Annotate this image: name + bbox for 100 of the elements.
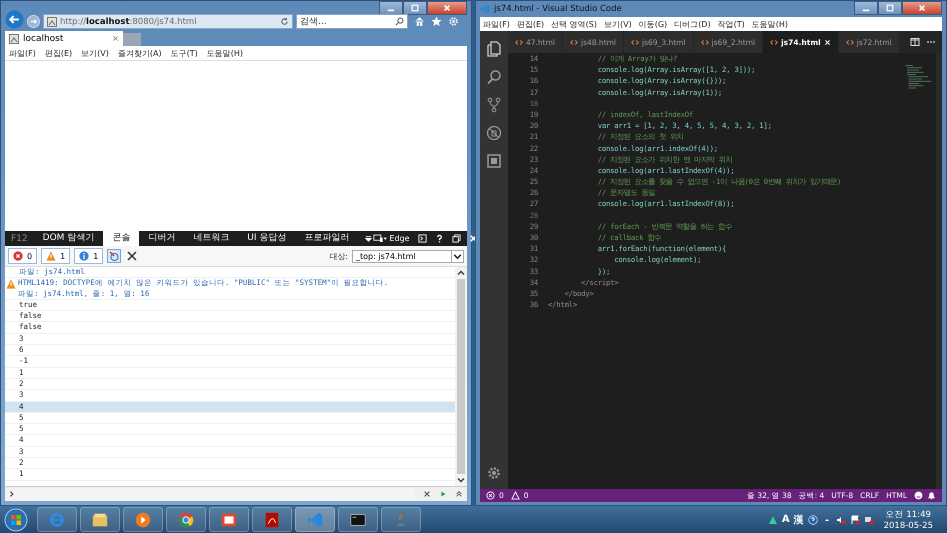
clear-icon[interactable] (125, 249, 140, 263)
menu-item[interactable]: 파일(F) (9, 48, 36, 58)
code-editor-icon (306, 510, 324, 528)
page-icon (47, 16, 57, 26)
network-icon[interactable] (768, 514, 778, 524)
settings-icon[interactable] (448, 16, 459, 27)
code-file-icon (846, 38, 854, 46)
run-icon[interactable] (439, 490, 447, 498)
menu-item[interactable]: 편집(E) (44, 48, 72, 58)
more-tabs-icon[interactable] (364, 234, 374, 243)
taskbar-app-button[interactable] (166, 507, 206, 532)
debug-icon[interactable] (486, 125, 502, 141)
target-dropdown[interactable]: _top: js74.html (352, 250, 464, 262)
devtools-tab[interactable]: 콘솔 (103, 231, 140, 246)
close-button[interactable] (902, 1, 942, 15)
browser-icon (177, 510, 195, 528)
page-icon (9, 34, 19, 44)
forward-button[interactable] (27, 15, 40, 28)
target-label: 대상: (329, 250, 348, 262)
input-method-indicator[interactable]: A (782, 514, 790, 525)
scrollbar[interactable] (936, 53, 942, 489)
expand-icon[interactable] (455, 490, 463, 498)
taskbar-app-button[interactable] (209, 507, 249, 532)
flag-icon[interactable] (850, 514, 860, 524)
source-control-icon[interactable] (486, 97, 502, 113)
files-icon[interactable] (486, 41, 502, 57)
warning-icon (510, 491, 520, 500)
help-icon[interactable] (808, 514, 818, 524)
devtools-tab[interactable]: DOM 탐색기 (34, 231, 104, 246)
menu-item[interactable]: 보기(V) (604, 18, 632, 30)
settings-icon[interactable] (486, 465, 502, 481)
close-icon (918, 4, 926, 12)
bell-icon[interactable] (927, 491, 936, 500)
menu-item[interactable]: 디버그(D) (674, 18, 711, 30)
play-icon (134, 510, 152, 528)
code-file-icon (570, 38, 578, 46)
chevron-down-icon (451, 250, 463, 262)
search-icon[interactable] (486, 69, 502, 85)
search-field[interactable]: 검색... (300, 16, 392, 26)
app-logo-icon (480, 4, 490, 14)
menu-item[interactable]: 편집(E) (516, 18, 544, 30)
refresh-icon[interactable] (280, 17, 289, 26)
menu-item[interactable]: 이동(G) (638, 18, 668, 30)
clear-icon[interactable] (423, 490, 431, 498)
devtools-tab[interactable]: UI 응답성 (238, 231, 296, 246)
menu-item[interactable]: 보기(V) (81, 48, 109, 58)
network-icon[interactable] (864, 514, 874, 524)
warning-icon (46, 251, 56, 261)
maximize-button[interactable] (878, 1, 902, 15)
info-icon (79, 251, 90, 261)
message-filter-button[interactable]: 0 (8, 248, 38, 264)
console-icon[interactable] (418, 234, 427, 243)
emulation-dropdown[interactable]: Edge (373, 234, 410, 243)
extensions-icon[interactable] (486, 153, 502, 169)
maximize-icon (886, 4, 894, 12)
taskbar-app-button[interactable] (338, 507, 378, 532)
clear-on-navigate-icon[interactable] (107, 249, 122, 263)
search-icon[interactable] (395, 17, 404, 26)
menu-item[interactable]: 파일(F) (483, 18, 510, 30)
scrollbar[interactable] (455, 267, 467, 486)
clock-time[interactable]: 오전 11:49 (886, 508, 931, 520)
devtools-tab[interactable]: 네트워크 (184, 231, 238, 246)
message-filter-button[interactable]: 1 (41, 248, 70, 264)
star-icon[interactable] (431, 16, 442, 27)
browser-tab[interactable]: localhost (5, 31, 123, 46)
menu-item[interactable]: 도움말(H) (752, 18, 788, 30)
help-icon[interactable] (434, 234, 444, 243)
undock-icon[interactable] (452, 234, 461, 243)
input-method-indicator[interactable]: 漢 (794, 512, 804, 526)
folder-icon (91, 510, 109, 528)
browser-icon (48, 510, 66, 528)
menu-item[interactable]: 작업(T) (718, 18, 745, 30)
f12-label: F12 (10, 234, 29, 244)
home-icon[interactable] (414, 16, 425, 27)
prompt-icon (8, 490, 16, 498)
menu-item[interactable]: 즐겨찾기(A) (118, 48, 162, 58)
smiley-icon[interactable] (914, 491, 923, 500)
code-file-icon (700, 38, 709, 46)
close-icon (443, 4, 451, 12)
menu-item[interactable]: 도구(T) (170, 48, 198, 58)
menu-item[interactable]: 선택 영역(S) (551, 18, 598, 30)
console-input[interactable] (5, 488, 415, 500)
devtools-tab[interactable]: 디버거 (139, 231, 184, 246)
split-editor-icon[interactable] (910, 37, 920, 47)
maximize-icon (411, 4, 419, 12)
maximize-button[interactable] (403, 1, 427, 15)
message-filter-button[interactable]: 1 (74, 248, 104, 264)
taskbar-app-button[interactable] (80, 507, 120, 532)
speaker-icon[interactable] (836, 514, 846, 524)
code-file-icon (631, 38, 640, 46)
search-field[interactable]: 검색... (296, 14, 408, 29)
menu-item[interactable]: 도움말(H) (206, 48, 243, 58)
close-button[interactable] (427, 1, 467, 15)
back-button[interactable] (5, 10, 24, 29)
minimize-button[interactable] (379, 1, 403, 15)
devtools-tab[interactable]: 프로파일러 (295, 231, 358, 246)
clock-date[interactable]: 2018-05-25 (884, 520, 933, 530)
minimize-button[interactable] (854, 1, 878, 15)
address-bar[interactable]: http://localhost:8080/js74.html (43, 14, 293, 29)
start-button[interactable] (4, 508, 28, 532)
